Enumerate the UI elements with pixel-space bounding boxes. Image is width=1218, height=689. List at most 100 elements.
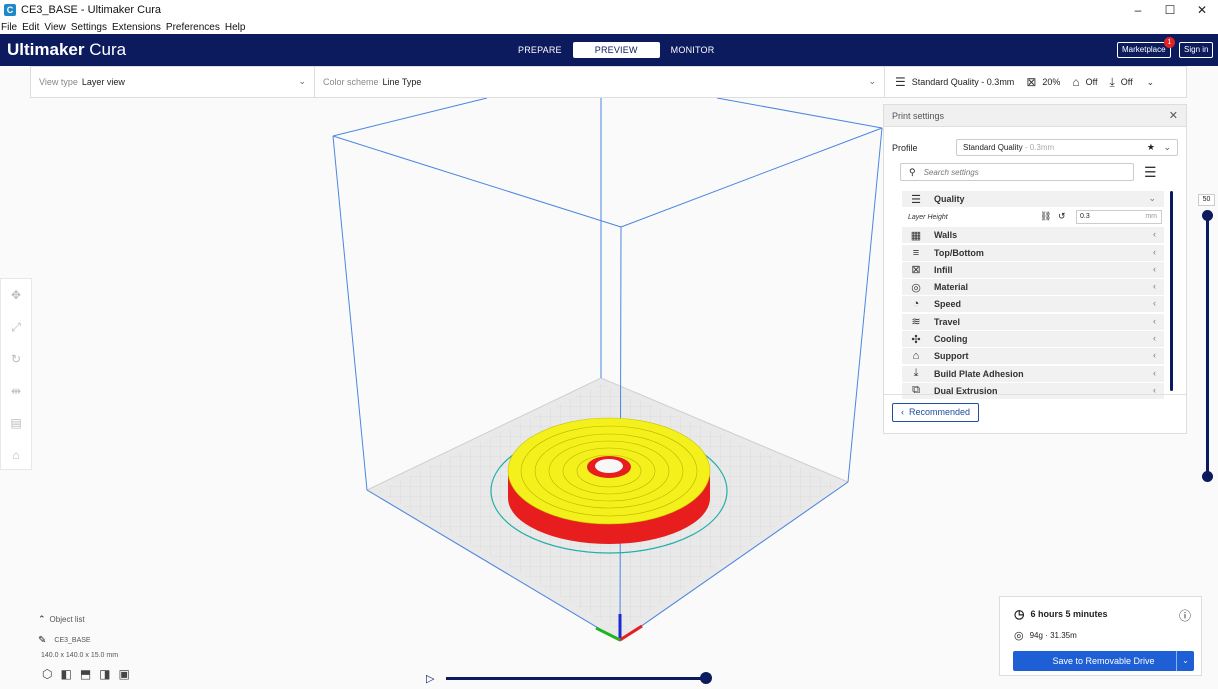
layer-height-field[interactable]: 0.3 mm bbox=[1076, 210, 1162, 225]
chevron-left-icon: ‹ bbox=[1153, 298, 1156, 309]
color-scheme-dropdown[interactable]: Color scheme Line Type ⌄ bbox=[315, 67, 885, 97]
view-type-label: View type bbox=[39, 77, 78, 87]
rotate-tool[interactable]: ↻ bbox=[1, 343, 31, 375]
per-model-settings-tool[interactable]: ▤ bbox=[1, 407, 31, 439]
category-speed[interactable]: ◔ Speed ‹ bbox=[902, 296, 1164, 313]
profile-label: Profile bbox=[892, 142, 918, 153]
layer-slider-track[interactable] bbox=[1206, 214, 1209, 478]
category-material[interactable]: ◎ Material ‹ bbox=[902, 279, 1164, 296]
color-scheme-value: Line Type bbox=[382, 77, 422, 87]
reset-icon[interactable]: ↺ bbox=[1058, 211, 1066, 222]
object-list-toggle[interactable]: Object list bbox=[50, 615, 85, 624]
menu-extensions[interactable]: Extensions bbox=[112, 22, 161, 33]
cura-app-icon: C bbox=[4, 4, 16, 16]
scale-tool[interactable]: ⤢ bbox=[1, 311, 31, 343]
sign-in-button[interactable]: Sign in bbox=[1179, 42, 1214, 58]
close-icon[interactable]: ✕ bbox=[1169, 109, 1178, 122]
settings-menu-icon[interactable]: ☰ bbox=[1144, 164, 1157, 181]
search-input[interactable] bbox=[923, 167, 1114, 177]
menu-settings[interactable]: Settings bbox=[71, 22, 107, 33]
chevron-down-icon: ⌄ bbox=[1146, 76, 1155, 87]
adhesion-summary: Off bbox=[1120, 77, 1133, 87]
star-icon: ★ bbox=[1146, 142, 1155, 152]
simulation-track[interactable] bbox=[446, 677, 708, 680]
tab-preview[interactable]: PREVIEW bbox=[572, 42, 660, 58]
print-job-panel: ◷ 6 hours 5 minutes ⓘ ◎ 94g · 31.35m Sav… bbox=[999, 596, 1202, 676]
category-cooling[interactable]: ✣ Cooling ‹ bbox=[902, 331, 1164, 348]
chevron-left-icon: ‹ bbox=[1153, 229, 1156, 240]
mirror-icon: ⇹ bbox=[10, 384, 22, 398]
material-icon: ◎ bbox=[911, 281, 921, 294]
mirror-tool[interactable]: ⇹ bbox=[1, 375, 31, 407]
category-infill[interactable]: ⊠ Infill ‹ bbox=[902, 261, 1164, 278]
dual-extrusion-icon: ⧉ bbox=[912, 384, 920, 397]
view-top-icon[interactable]: ⬒ bbox=[80, 667, 91, 681]
chevron-up-icon[interactable]: ⌃ bbox=[38, 614, 46, 625]
left-toolbar: ✥ ⤢ ↻ ⇹ ▤ ⌂ bbox=[0, 278, 32, 470]
tab-monitor[interactable]: MONITOR bbox=[660, 42, 726, 58]
category-top-bottom[interactable]: ≡ Top/Bottom ‹ bbox=[902, 244, 1164, 261]
view-right-icon[interactable]: ▣ bbox=[119, 667, 130, 681]
settings-category-list: ☰ Quality ⌄ Layer Height ⛓ ↺ 0.3 mm ▦ Wal… bbox=[902, 191, 1164, 400]
view-type-dropdown[interactable]: View type Layer view ⌄ bbox=[31, 67, 315, 97]
layer-number-label[interactable]: 50 bbox=[1198, 194, 1215, 206]
search-icon: ⚲ bbox=[909, 166, 916, 177]
menu-preferences[interactable]: Preferences bbox=[166, 22, 220, 33]
settings-scrollbar[interactable] bbox=[1170, 191, 1173, 391]
category-support[interactable]: ⌂ Support ‹ bbox=[902, 348, 1164, 365]
camera-view-buttons: ⬡ ◧ ⬒ ◨ ▣ bbox=[42, 667, 130, 681]
move-tool[interactable]: ✥ bbox=[1, 279, 31, 311]
simulation-handle[interactable] bbox=[700, 672, 712, 684]
category-walls[interactable]: ▦ Walls ‹ bbox=[902, 227, 1164, 244]
view-front-icon[interactable]: ◧ bbox=[60, 667, 71, 681]
chevron-down-icon[interactable]: ⌄ bbox=[1176, 651, 1194, 671]
chevron-down-icon: ⌄ bbox=[1148, 193, 1156, 203]
top-bottom-icon: ≡ bbox=[912, 246, 920, 259]
print-settings-title: Print settings bbox=[892, 110, 945, 121]
recommended-button[interactable]: ‹ Recommended bbox=[892, 403, 980, 422]
profile-layer: - 0.3mm bbox=[1024, 143, 1055, 152]
chevron-left-icon: ‹ bbox=[901, 407, 904, 417]
category-travel[interactable]: ≋ Travel ‹ bbox=[902, 313, 1164, 330]
pencil-icon[interactable]: ✎ bbox=[38, 635, 46, 646]
layer-slider-bottom-handle[interactable] bbox=[1202, 471, 1213, 482]
menu-view[interactable]: View bbox=[44, 22, 66, 33]
chevron-left-icon: ‹ bbox=[1153, 281, 1156, 292]
support-blocker-icon: ⌂ bbox=[12, 448, 20, 462]
color-scheme-label: Color scheme bbox=[323, 77, 379, 87]
object-name: CE3_BASE bbox=[54, 637, 91, 644]
menu-edit[interactable]: Edit bbox=[22, 22, 39, 33]
category-dual-extrusion[interactable]: ⧉ Dual Extrusion ‹ bbox=[902, 382, 1164, 399]
category-quality[interactable]: ☰ Quality ⌄ bbox=[902, 191, 1164, 207]
link-icon[interactable]: ⛓ bbox=[1040, 211, 1051, 222]
minimize-button[interactable]: – bbox=[1122, 0, 1154, 20]
chevron-left-icon: ‹ bbox=[1153, 350, 1156, 361]
clock-icon: ◷ bbox=[1014, 607, 1025, 621]
infill-summary: 20% bbox=[1042, 77, 1061, 87]
print-setup-summary[interactable]: ☰ Standard Quality - 0.3mm ⊠ 20% ⌂ Off ⤓… bbox=[885, 67, 1156, 97]
chevron-left-icon: ‹ bbox=[1153, 315, 1156, 326]
quality-summary: Standard Quality - 0.3mm bbox=[911, 77, 1015, 87]
marketplace-button[interactable]: Marketplace bbox=[1117, 42, 1171, 58]
info-icon[interactable]: ⓘ bbox=[1179, 607, 1191, 624]
settings-search-box[interactable]: ⚲ bbox=[900, 163, 1134, 181]
category-build-plate-adhesion[interactable]: ⤓ Build Plate Adhesion ‹ bbox=[902, 365, 1164, 382]
tab-prepare[interactable]: PREPARE bbox=[507, 42, 573, 58]
print-settings-header: Print settings ✕ bbox=[884, 105, 1186, 127]
save-to-removable-drive-button[interactable]: Save to Removable Drive ⌄ bbox=[1013, 651, 1194, 671]
menu-help[interactable]: Help bbox=[225, 22, 246, 33]
profile-dropdown[interactable]: Standard Quality - 0.3mm ★ ⌄ bbox=[956, 139, 1178, 156]
layer-slider-top-handle[interactable] bbox=[1202, 210, 1213, 221]
view-3d-icon[interactable]: ⬡ bbox=[42, 667, 52, 681]
play-icon[interactable]: ▷ bbox=[426, 672, 434, 685]
maximize-button[interactable]: ☐ bbox=[1154, 0, 1186, 20]
view-left-icon[interactable]: ◨ bbox=[99, 667, 110, 681]
walls-icon: ▦ bbox=[910, 229, 922, 242]
menu-file[interactable]: File bbox=[1, 22, 17, 33]
object-list: ⌃ Object list ✎ CE3_BASE 140.0 x 140.0 x… bbox=[38, 614, 130, 681]
chevron-left-icon: ‹ bbox=[1153, 333, 1156, 344]
support-blocker-tool[interactable]: ⌂ bbox=[1, 439, 31, 471]
model-ce3-base[interactable] bbox=[507, 417, 711, 544]
print-time-row: ◷ 6 hours 5 minutes bbox=[1014, 607, 1108, 621]
close-button[interactable]: ✕ bbox=[1186, 0, 1218, 20]
